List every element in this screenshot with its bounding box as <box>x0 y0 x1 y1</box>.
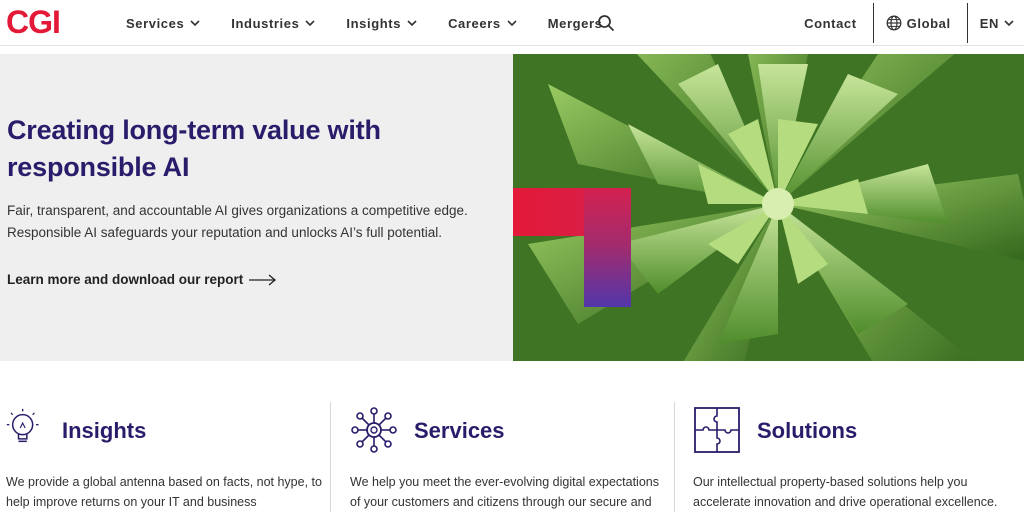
nav-item-insights[interactable]: Insights <box>346 16 417 31</box>
hero-banner: Creating long-term value with responsibl… <box>0 54 1024 361</box>
language-selector[interactable]: EN <box>968 16 1024 31</box>
global-label: Global <box>906 15 951 31</box>
accent-bar-gradient <box>584 188 631 307</box>
card-services[interactable]: Services We help you meet the ever-evolv… <box>350 402 670 512</box>
card-text-line: We help you meet the ever-evolving digit… <box>350 475 659 489</box>
cgi-logo[interactable]: CGI <box>6 4 61 40</box>
global-selector[interactable]: Global <box>874 15 967 31</box>
nav-label: Insights <box>346 15 402 31</box>
main-nav: Services Industries Insights Careers Mer… <box>126 0 633 46</box>
download-report-link[interactable]: Learn more and download our report <box>7 272 277 287</box>
download-report-label: Learn more and download our report <box>7 272 244 287</box>
puzzle-icon <box>694 407 740 453</box>
nav-label: Industries <box>231 15 300 31</box>
hero-title: Creating long-term value with responsibl… <box>7 115 381 182</box>
contact-link[interactable]: Contact <box>804 16 873 31</box>
hero-description-line: Fair, transparent, and accountable AI gi… <box>7 203 468 218</box>
chevron-down-icon <box>407 20 417 27</box>
feature-cards: Insights We provide a global antenna bas… <box>0 402 1024 512</box>
search-icon[interactable] <box>597 14 615 32</box>
nav-label: Services <box>126 15 185 31</box>
card-title: Solutions <box>757 418 858 443</box>
globe-icon <box>886 15 902 31</box>
card-title: Services <box>414 418 505 443</box>
card-text: Our intellectual property-based solution… <box>693 472 997 512</box>
language-label: EN <box>979 15 999 31</box>
chevron-down-icon <box>190 20 200 27</box>
nav-item-mergers[interactable]: Mergers <box>548 16 603 31</box>
nav-label: Mergers <box>547 15 603 31</box>
network-hub-icon <box>351 407 397 453</box>
card-text-line: We provide a global antenna based on fac… <box>6 475 322 489</box>
arrow-right-icon <box>249 274 277 285</box>
lightbulb-icon <box>6 408 39 443</box>
chevron-down-icon <box>1004 20 1014 27</box>
nav-label: Careers <box>448 15 501 31</box>
card-text-line: help improve returns on your IT and busi… <box>6 495 257 509</box>
nav-item-services[interactable]: Services <box>126 16 200 31</box>
chevron-down-icon <box>507 20 517 27</box>
card-insights[interactable]: Insights We provide a global antenna bas… <box>6 402 326 512</box>
hero-description: Fair, transparent, and accountable AI gi… <box>7 200 507 244</box>
card-title: Insights <box>62 418 147 443</box>
card-text: We provide a global antenna based on fac… <box>6 472 322 512</box>
card-solutions[interactable]: Solutions Our intellectual property-base… <box>693 402 1018 512</box>
card-text-line: Our intellectual property-based solution… <box>693 475 968 489</box>
card-text: We help you meet the ever-evolving digit… <box>350 472 659 512</box>
header-utilities: Contact Global EN <box>804 0 1024 46</box>
site-header: CGI Services Industries Insights Careers… <box>0 0 1024 46</box>
card-text-line: accelerate innovation and drive operatio… <box>693 495 998 509</box>
nav-item-industries[interactable]: Industries <box>231 16 315 31</box>
hero-description-line: Responsible AI safeguards your reputatio… <box>7 225 443 240</box>
nav-item-careers[interactable]: Careers <box>448 16 517 31</box>
chevron-down-icon <box>305 20 315 27</box>
card-text-line: of your customers and citizens through o… <box>350 495 652 509</box>
